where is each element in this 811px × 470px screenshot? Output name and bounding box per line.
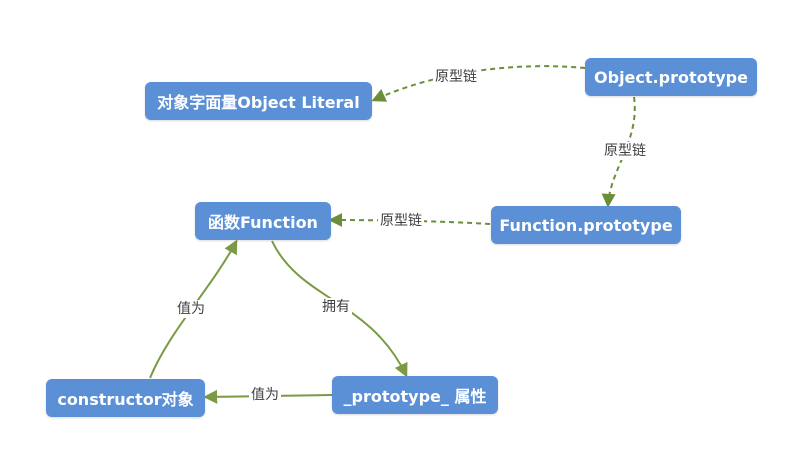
edge-label-funcproto-to-function: 原型链 [378, 212, 424, 230]
edge-label-objproto-to-funcproto: 原型链 [602, 142, 648, 160]
node-constructor[interactable]: constructor对象 [46, 379, 205, 417]
edge-label-function-to-prototype: 拥有 [320, 298, 352, 316]
edge-label-objproto-to-literal: 原型链 [433, 68, 479, 86]
edge-label-constructor-to-function: 值为 [175, 300, 207, 318]
node-object-literal[interactable]: 对象字面量Object Literal [145, 82, 372, 120]
edge-label-prototype-to-constructor: 值为 [249, 386, 281, 404]
node-object-prototype[interactable]: Object.prototype [585, 58, 757, 96]
edge-objproto-to-literal [371, 65, 586, 102]
node-function[interactable]: 函数Function [195, 202, 331, 240]
node-prototype-attr[interactable]: _prototype_ 属性 [332, 376, 498, 414]
diagram-canvas: 对象字面量Object Literal Object.prototype 函数F… [0, 0, 811, 470]
node-function-prototype[interactable]: Function.prototype [491, 206, 681, 244]
